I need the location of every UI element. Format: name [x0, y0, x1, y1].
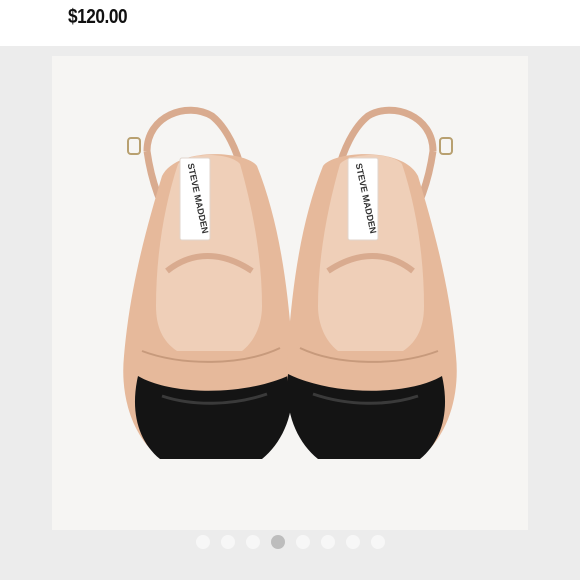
carousel-dot[interactable]: [345, 535, 360, 549]
carousel-dot[interactable]: [295, 535, 310, 549]
carousel-dot[interactable]: [320, 535, 335, 549]
carousel-dot[interactable]: [195, 535, 210, 549]
listing-price: $120.00: [68, 6, 128, 28]
carousel-dot[interactable]: [245, 535, 260, 549]
carousel-dot-active[interactable]: [270, 535, 285, 549]
carousel-pagination: [0, 534, 580, 550]
product-image-gallery[interactable]: STEVE MADDEN STEVE MADDEN: [0, 46, 580, 580]
carousel-dot[interactable]: [370, 535, 385, 549]
carousel-dot[interactable]: [220, 535, 235, 549]
product-photo[interactable]: STEVE MADDEN STEVE MADDEN: [52, 56, 528, 530]
